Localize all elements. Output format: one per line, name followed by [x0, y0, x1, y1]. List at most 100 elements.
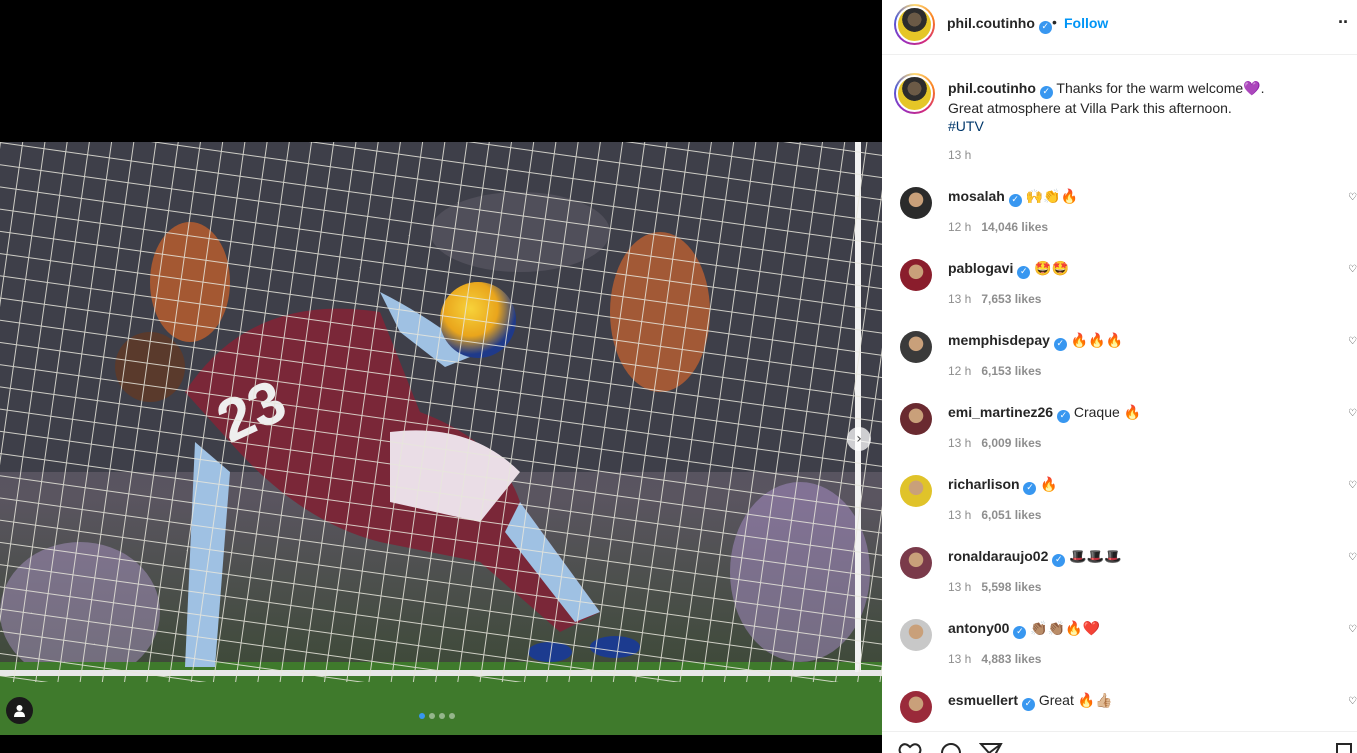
comment-timestamp[interactable]: 12 h — [948, 364, 971, 378]
author-username-text[interactable]: phil.coutinho — [947, 15, 1035, 31]
comment-like-heart-icon[interactable]: ♡ — [1348, 480, 1357, 491]
caption-timestamp[interactable]: 13 h — [948, 148, 971, 162]
comment-meta: 13 h 6,009 likes — [948, 436, 1041, 450]
header-separator: • — [1052, 14, 1057, 30]
comment-username-text[interactable]: memphisdepay — [948, 332, 1050, 348]
comment-item: antony00 ✓ 👏🏽👏🏽🔥❤️ 13 h 4,883 likes ♡ — [882, 620, 1357, 692]
comment-timestamp[interactable]: 12 h — [948, 220, 971, 234]
carousel-dot — [429, 713, 435, 719]
more-options-button[interactable]: ·· — [1338, 12, 1349, 33]
comment-username-text[interactable]: mosalah — [948, 188, 1005, 204]
comment-item: mosalah ✓ 🙌👏🔥 12 h 14,046 likes ♡ — [882, 188, 1357, 260]
comment-text: 🔥 — [1040, 476, 1058, 492]
comment-text: 🔥🔥🔥 — [1070, 332, 1124, 348]
verified-badge-icon: ✓ — [1038, 21, 1052, 34]
post-header: phil.coutinho ✓ • Follow ·· — [882, 0, 1357, 55]
comment-text: Craque 🔥 — [1073, 404, 1142, 420]
verified-badge-icon: ✓ — [1021, 698, 1035, 711]
comment-likes[interactable]: 6,009 likes — [981, 436, 1041, 450]
comment-username-text[interactable]: pablogavi — [948, 260, 1013, 276]
action-bar — [882, 731, 1357, 753]
caption-hashtag[interactable]: #UTV — [948, 118, 984, 134]
carousel-dot — [439, 713, 445, 719]
comment-like-heart-icon[interactable]: ♡ — [1348, 264, 1357, 275]
comment-meta: 13 h 4,883 likes — [948, 652, 1041, 666]
comment-like-heart-icon[interactable]: ♡ — [1348, 624, 1357, 635]
comment-timestamp[interactable]: 13 h — [948, 292, 971, 306]
caption-text: Thanks for the warm welcome💜. — [1056, 80, 1265, 96]
follow-button[interactable]: Follow — [1064, 15, 1108, 31]
carousel-indicator — [419, 713, 455, 719]
verified-badge-icon: ✓ — [1053, 338, 1067, 351]
heart-icon[interactable] — [898, 742, 922, 753]
tagged-users-button[interactable] — [6, 697, 33, 724]
comment-like-heart-icon[interactable]: ♡ — [1348, 408, 1357, 419]
goal-photo-illustration: 23 — [0, 142, 882, 735]
comment-username[interactable]: richarlison ✓ 🔥 — [948, 476, 1058, 495]
comment-username[interactable]: antony00 ✓ 👏🏽👏🏽🔥❤️ — [948, 620, 1100, 639]
comment-meta: 13 h 6,051 likes — [948, 508, 1041, 522]
comment-timestamp[interactable]: 13 h — [948, 436, 971, 450]
comment-like-heart-icon[interactable]: ♡ — [1348, 696, 1357, 707]
comment-item: emi_martinez26 ✓ Craque 🔥 13 h 6,009 likes… — [882, 404, 1357, 476]
comment-username[interactable]: memphisdepay ✓ 🔥🔥🔥 — [948, 332, 1123, 351]
comment-likes[interactable]: 14,046 likes — [981, 220, 1048, 234]
comment-likes[interactable]: 4,883 likes — [981, 652, 1041, 666]
comment-like-heart-icon[interactable]: ♡ — [1348, 552, 1357, 563]
post-side-panel: phil.coutinho ✓ • Follow ·· phil.coutinh… — [882, 0, 1357, 753]
comment-likes[interactable]: 6,153 likes — [981, 364, 1041, 378]
comment-username[interactable]: emi_martinez26 ✓ Craque 🔥 — [948, 404, 1141, 423]
author-username[interactable]: phil.coutinho ✓ — [947, 15, 1052, 34]
caption-author-avatar[interactable] — [894, 73, 935, 114]
comment-meta: 13 h 7,653 likes — [948, 292, 1041, 306]
comment-username-text[interactable]: antony00 — [948, 620, 1009, 636]
next-slide-button[interactable]: › — [847, 427, 871, 451]
verified-badge-icon: ✓ — [1008, 194, 1022, 207]
comment-item: richarlison ✓ 🔥 13 h 6,051 likes ♡ — [882, 476, 1357, 548]
comment-like-heart-icon[interactable]: ♡ — [1348, 192, 1357, 203]
comment-username[interactable]: pablogavi ✓ 🤩🤩 — [948, 260, 1069, 279]
verified-badge-icon: ✓ — [1039, 86, 1053, 99]
comment-username-text[interactable]: ronaldaraujo02 — [948, 548, 1048, 564]
verified-badge-icon: ✓ — [1056, 410, 1070, 423]
comment-meta: 12 h 6,153 likes — [948, 364, 1041, 378]
comment-timestamp[interactable]: 13 h — [948, 508, 971, 522]
author-avatar[interactable] — [894, 4, 935, 45]
comment-text: 👏🏽👏🏽🔥❤️ — [1030, 620, 1100, 636]
comment-username-text[interactable]: esmuellert — [948, 692, 1018, 708]
comment-like-heart-icon[interactable]: ♡ — [1348, 336, 1357, 347]
comment-item: ronaldaraujo02 ✓ 🎩🎩🎩 13 h 5,598 likes ♡ — [882, 548, 1357, 620]
comment-item: memphisdepay ✓ 🔥🔥🔥 12 h 6,153 likes ♡ — [882, 332, 1357, 404]
paper-plane-icon[interactable] — [979, 742, 1003, 753]
comment-text: 🙌👏🔥 — [1025, 188, 1078, 204]
comment-username-text[interactable]: emi_martinez26 — [948, 404, 1053, 420]
comment-likes[interactable]: 6,051 likes — [981, 508, 1041, 522]
user-tag-icon — [14, 705, 25, 717]
carousel-dot — [419, 713, 425, 719]
comment-username[interactable]: esmuellert ✓ Great 🔥👍🏼 — [948, 692, 1113, 711]
comment-meta: 12 h 14,046 likes — [948, 220, 1048, 234]
comment-text: 🤩🤩 — [1034, 260, 1070, 276]
post-media: 23 › — [0, 0, 882, 753]
caption-username[interactable]: phil.coutinho — [948, 80, 1036, 96]
chevron-right-icon: › — [856, 431, 862, 447]
bookmark-icon[interactable] — [1334, 742, 1354, 753]
verified-badge-icon: ✓ — [1052, 554, 1066, 567]
comment-meta: 13 h 5,598 likes — [948, 580, 1041, 594]
caption-line-2: Great atmosphere at Villa Park this afte… — [948, 100, 1232, 116]
comment-likes[interactable]: 5,598 likes — [981, 580, 1041, 594]
carousel-dot — [449, 713, 455, 719]
comment-timestamp[interactable]: 13 h — [948, 652, 971, 666]
comment-item: pablogavi ✓ 🤩🤩 13 h 7,653 likes ♡ — [882, 260, 1357, 332]
verified-badge-icon: ✓ — [1013, 626, 1027, 639]
comment-bubble-icon[interactable] — [939, 742, 963, 753]
verified-badge-icon: ✓ — [1017, 266, 1031, 279]
verified-badge-icon: ✓ — [1023, 482, 1037, 495]
comment-text: Great 🔥👍🏼 — [1038, 692, 1113, 708]
comment-username-text[interactable]: richarlison — [948, 476, 1020, 492]
comment-username[interactable]: ronaldaraujo02 ✓ 🎩🎩🎩 — [948, 548, 1121, 567]
comment-likes[interactable]: 7,653 likes — [981, 292, 1041, 306]
comment-username[interactable]: mosalah ✓ 🙌👏🔥 — [948, 188, 1078, 207]
comment-timestamp[interactable]: 13 h — [948, 580, 971, 594]
post-photo: 23 — [0, 142, 882, 735]
